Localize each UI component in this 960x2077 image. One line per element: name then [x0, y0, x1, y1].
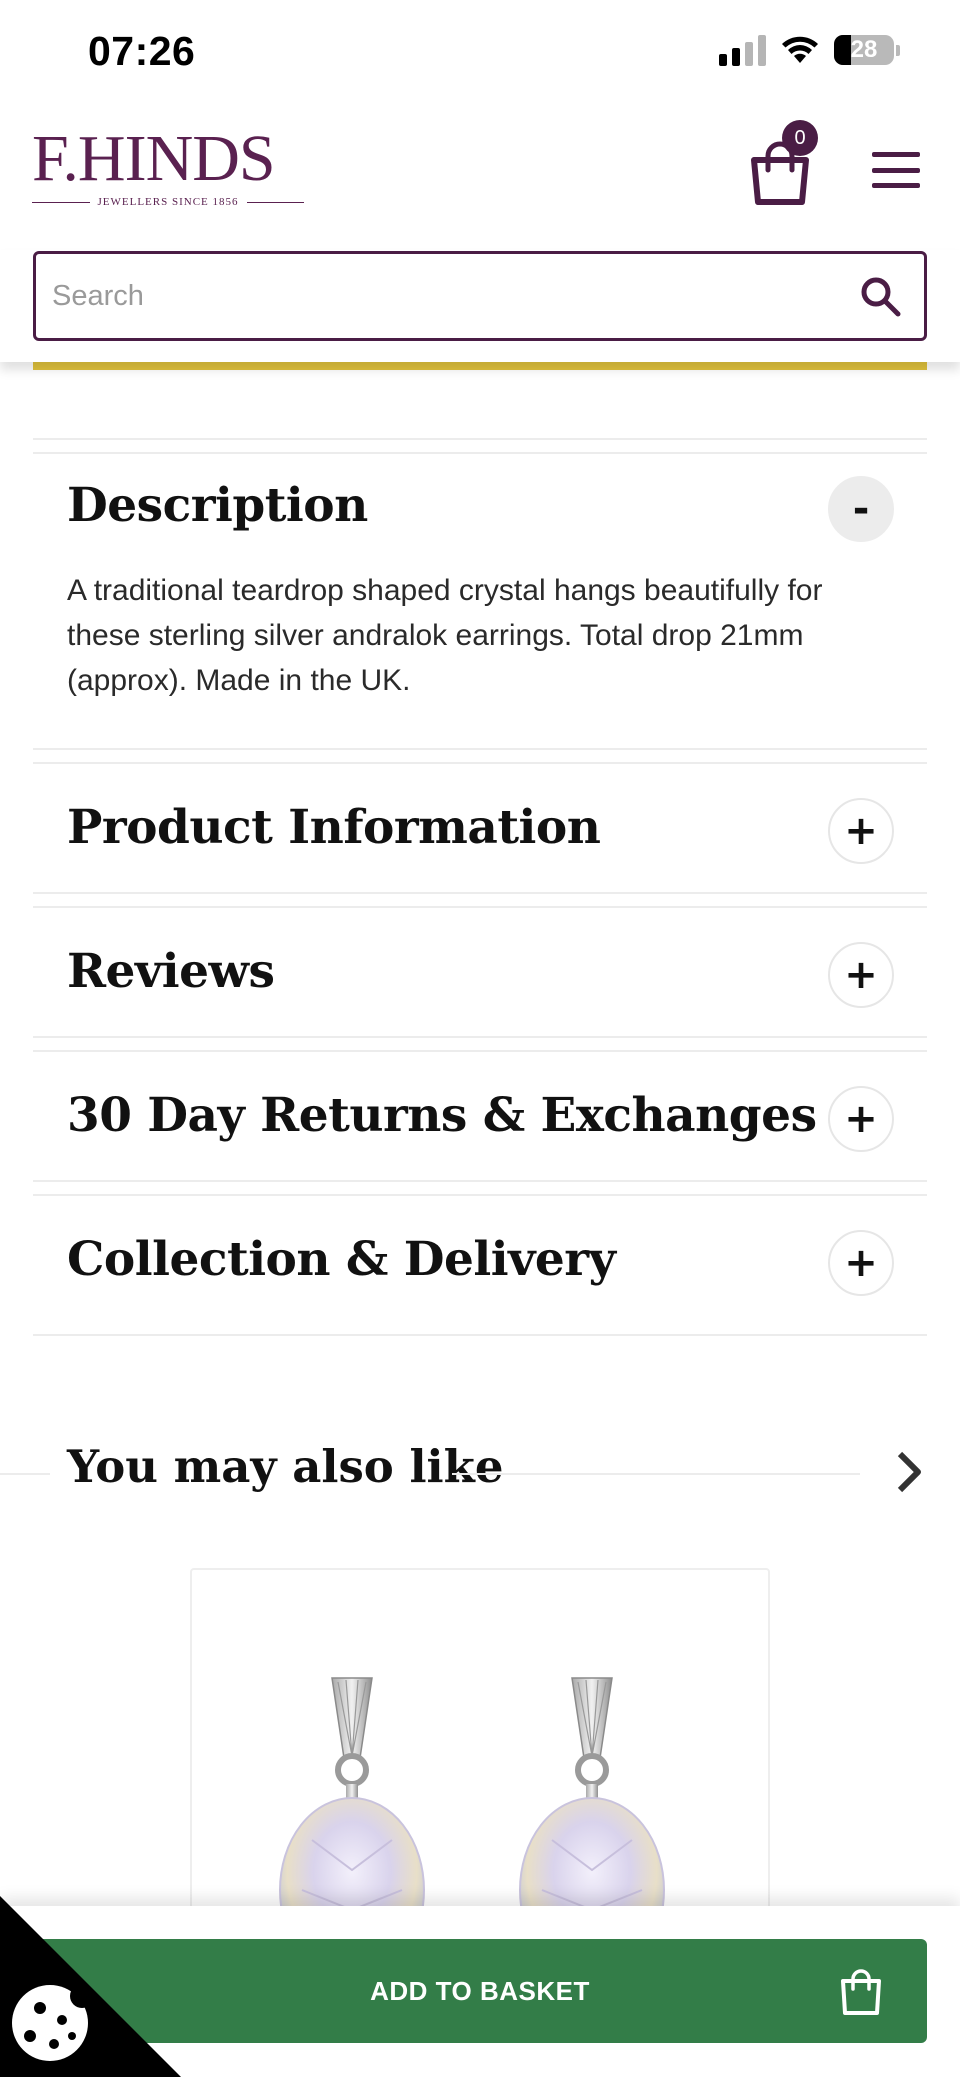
battery-icon: 28	[834, 35, 894, 65]
accordion-description: Description - A traditional teardrop sha…	[33, 438, 927, 748]
search-bar	[0, 250, 960, 362]
recommendations-title: You may also like	[67, 1440, 504, 1493]
accordion-title[interactable]: Product Information	[67, 800, 601, 855]
search-box	[33, 251, 927, 341]
cookie-settings-icon[interactable]	[0, 1896, 181, 2077]
expand-toggle-button[interactable]: +	[828, 798, 894, 864]
accordion-product-information[interactable]: Product Information +	[33, 748, 927, 892]
battery-level: 28	[850, 36, 878, 63]
product-image-edge	[33, 362, 927, 370]
site-header: F.HINDS JEWELLERS SINCE 1856 0	[0, 110, 960, 250]
collapse-toggle-button[interactable]: -	[828, 476, 894, 542]
wifi-icon	[782, 36, 818, 63]
accordion-returns[interactable]: 30 Day Returns & Exchanges +	[33, 1036, 927, 1180]
chevron-right-icon[interactable]	[894, 1448, 924, 1496]
signal-icon	[719, 34, 766, 66]
menu-button[interactable]	[872, 152, 920, 188]
status-bar: 07:26 28	[0, 0, 960, 110]
shopping-bag-icon	[841, 1969, 881, 2015]
accordion-title[interactable]: Description	[67, 478, 368, 533]
expand-toggle-button[interactable]: +	[828, 1086, 894, 1152]
accordion-title[interactable]: 30 Day Returns & Exchanges	[67, 1088, 817, 1143]
accordion-collection-delivery[interactable]: Collection & Delivery +	[33, 1180, 927, 1336]
expand-toggle-button[interactable]: +	[828, 942, 894, 1008]
accordion-title[interactable]: Reviews	[67, 944, 275, 999]
search-input[interactable]	[52, 254, 832, 338]
description-text: A traditional teardrop shaped crystal ha…	[67, 574, 823, 697]
accordion-reviews[interactable]: Reviews +	[33, 892, 927, 1036]
logo-wordmark: F.HINDS	[32, 122, 276, 195]
basket-count-badge: 0	[782, 120, 818, 156]
expand-toggle-button[interactable]: +	[828, 1230, 894, 1296]
search-icon[interactable]	[858, 274, 902, 318]
recommendations-header: You may also like	[0, 1440, 960, 1500]
brand-logo[interactable]: F.HINDS JEWELLERS SINCE 1856	[32, 126, 304, 208]
logo-tagline: JEWELLERS SINCE 1856	[97, 196, 239, 208]
accordion-title[interactable]: Collection & Delivery	[67, 1232, 616, 1287]
status-time: 07:26	[88, 28, 196, 74]
menu-icon	[872, 152, 920, 157]
status-icons: 28	[719, 34, 900, 66]
